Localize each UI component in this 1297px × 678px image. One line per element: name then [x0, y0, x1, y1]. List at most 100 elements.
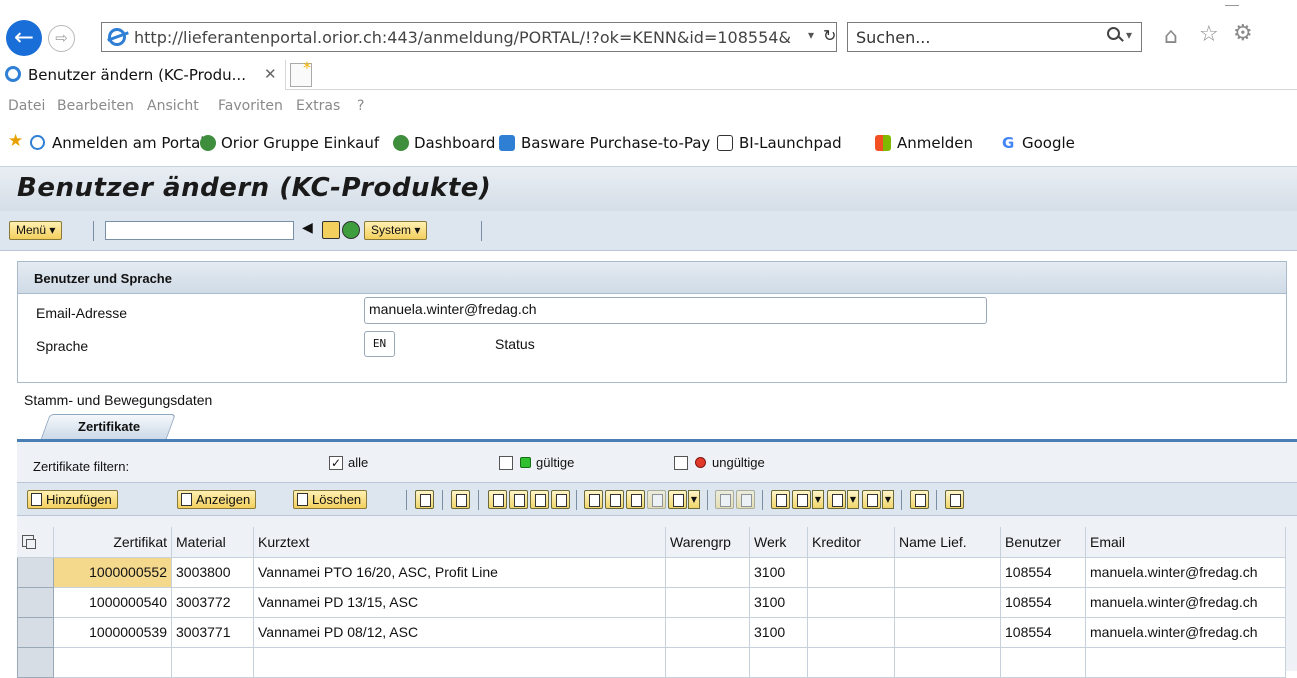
- chevron-down-icon[interactable]: ▼: [812, 490, 824, 509]
- cell-name-lief[interactable]: [894, 586, 1001, 618]
- print-preview-icon[interactable]: [771, 490, 790, 509]
- fav-google[interactable]: Google: [1022, 134, 1075, 152]
- row-selector[interactable]: [17, 586, 54, 618]
- print-icon[interactable]: [584, 490, 603, 509]
- col-material[interactable]: Material: [171, 527, 254, 558]
- row-selector[interactable]: [17, 646, 54, 678]
- chevron-down-icon[interactable]: ▼: [847, 490, 859, 509]
- cell-werk[interactable]: 3100: [749, 586, 808, 618]
- system-button[interactable]: System ▾: [364, 221, 428, 240]
- cell-kurztext[interactable]: Vannamei PD 13/15, ASC: [253, 586, 666, 618]
- views-icon[interactable]: [792, 490, 811, 509]
- cell-material[interactable]: 3003800: [171, 556, 254, 588]
- menu-bearbeiten[interactable]: Bearbeiten: [57, 98, 134, 114]
- cell-kurztext[interactable]: Vannamei PD 08/12, ASC: [253, 616, 666, 648]
- address-bar[interactable]: http://lieferantenportal.orior.ch:443/an…: [101, 22, 837, 52]
- save-icon[interactable]: [322, 221, 340, 239]
- sum-icon[interactable]: [715, 490, 734, 509]
- cell-zertifikat[interactable]: 1000000552: [53, 556, 172, 588]
- subtotal-icon[interactable]: [736, 490, 755, 509]
- col-werk[interactable]: Werk: [749, 527, 808, 558]
- table-row[interactable]: 1000000552 3003800 Vannamei PTO 16/20, A…: [17, 556, 1286, 588]
- cell-material[interactable]: 3003772: [171, 586, 254, 618]
- back-icon[interactable]: [342, 221, 360, 239]
- cell-zertifikat[interactable]: 1000000540: [53, 586, 172, 618]
- tab-zertifikate-label[interactable]: Zertifikate: [78, 419, 140, 434]
- col-warengrp[interactable]: Warengrp: [665, 527, 750, 558]
- table-row[interactable]: 1000000539 3003771 Vannamei PD 08/12, AS…: [17, 616, 1286, 648]
- url-text[interactable]: http://lieferantenportal.orior.ch:443/an…: [134, 28, 791, 47]
- info-icon[interactable]: [945, 490, 964, 509]
- show-button[interactable]: Anzeigen: [177, 490, 257, 509]
- menu-extras[interactable]: Extras: [296, 98, 340, 114]
- export-icon[interactable]: [827, 490, 846, 509]
- fav-basware[interactable]: Basware Purchase-to-Pay: [521, 134, 710, 152]
- find-next-icon[interactable]: [647, 490, 666, 509]
- details-icon[interactable]: [415, 490, 434, 509]
- cell-benutzer[interactable]: 108554: [1000, 586, 1086, 618]
- menu-favoriten[interactable]: Favoriten: [218, 98, 283, 114]
- search-input[interactable]: Suchen... ▾: [847, 22, 1142, 52]
- cell-werk[interactable]: 3100: [749, 556, 808, 588]
- table-row-partial[interactable]: [17, 646, 1286, 678]
- refresh-icon[interactable]: [451, 490, 470, 509]
- cell-material[interactable]: 3003771: [171, 616, 254, 648]
- cell-werk[interactable]: 3100: [749, 616, 808, 648]
- select-all-icon[interactable]: [21, 534, 36, 549]
- row-selector[interactable]: [17, 616, 54, 648]
- table-row[interactable]: 1000000540 3003772 Vannamei PD 13/15, AS…: [17, 586, 1286, 618]
- copy-row-icon[interactable]: [551, 490, 570, 509]
- chevron-down-icon[interactable]: ▾: [1126, 28, 1132, 42]
- cell-warengrp[interactable]: [665, 556, 750, 588]
- find-icon[interactable]: [626, 490, 645, 509]
- row-selector[interactable]: [17, 556, 54, 588]
- forward-button[interactable]: ⇨: [48, 25, 75, 52]
- cell-name-lief[interactable]: [894, 556, 1001, 588]
- chevron-down-icon[interactable]: ▾: [808, 28, 814, 42]
- gear-icon[interactable]: ⚙: [1233, 21, 1253, 46]
- browser-tab[interactable]: Benutzer ändern (KC-Produ... ✕: [0, 60, 286, 90]
- filter-valid-checkbox[interactable]: [499, 456, 513, 470]
- chevron-down-icon[interactable]: ▼: [882, 490, 894, 509]
- add-favorite-icon[interactable]: ★: [8, 131, 24, 151]
- col-email[interactable]: Email: [1085, 527, 1286, 558]
- close-icon[interactable]: ✕: [264, 65, 277, 83]
- fav-orior-einkauf[interactable]: Orior Gruppe Einkauf: [221, 134, 379, 152]
- cell-email[interactable]: manuela.winter@fredag.ch: [1085, 616, 1286, 648]
- cell-warengrp[interactable]: [665, 586, 750, 618]
- fav-anmelden[interactable]: Anmelden: [897, 134, 973, 152]
- menu-datei[interactable]: Datei: [8, 98, 45, 114]
- new-row-icon[interactable]: [488, 490, 507, 509]
- cell-email[interactable]: manuela.winter@fredag.ch: [1085, 556, 1286, 588]
- cell-kreditor[interactable]: [807, 556, 895, 588]
- email-field[interactable]: manuela.winter@fredag.ch: [364, 297, 987, 324]
- cell-benutzer[interactable]: 108554: [1000, 556, 1086, 588]
- cell-zertifikat[interactable]: 1000000539: [53, 616, 172, 648]
- filter-invalid-checkbox[interactable]: [674, 456, 688, 470]
- filter-icon[interactable]: [605, 490, 624, 509]
- set-filter-icon[interactable]: [668, 490, 687, 509]
- command-field[interactable]: [105, 221, 294, 240]
- chevron-down-icon[interactable]: ▼: [688, 490, 700, 509]
- select-all-cell[interactable]: [17, 527, 54, 558]
- new-tab-button[interactable]: [290, 58, 312, 87]
- arrow-left-icon[interactable]: ◀: [302, 220, 313, 236]
- delete-button[interactable]: Löschen: [293, 490, 368, 509]
- cell-kreditor[interactable]: [807, 616, 895, 648]
- cell-warengrp[interactable]: [665, 616, 750, 648]
- search-icon[interactable]: [1107, 27, 1120, 40]
- minimize-indicator[interactable]: [1225, 5, 1239, 6]
- layout-icon[interactable]: [862, 490, 881, 509]
- col-zertifikat[interactable]: Zertifikat: [53, 527, 172, 558]
- col-kurztext[interactable]: Kurztext: [253, 527, 666, 558]
- cell-kurztext[interactable]: Vannamei PTO 16/20, ASC, Profit Line: [253, 556, 666, 588]
- col-benutzer[interactable]: Benutzer: [1000, 527, 1086, 558]
- fav-dashboard[interactable]: Dashboard: [414, 134, 495, 152]
- cell-email[interactable]: manuela.winter@fredag.ch: [1085, 586, 1286, 618]
- fav-anmelden-portal[interactable]: Anmelden am Portal: [52, 134, 204, 152]
- language-field[interactable]: EN: [364, 331, 395, 357]
- filter-all-checkbox[interactable]: ✓: [329, 456, 343, 470]
- graphic-icon[interactable]: [910, 490, 929, 509]
- delete-row-icon[interactable]: [530, 490, 549, 509]
- menu-ansicht[interactable]: Ansicht: [147, 98, 199, 114]
